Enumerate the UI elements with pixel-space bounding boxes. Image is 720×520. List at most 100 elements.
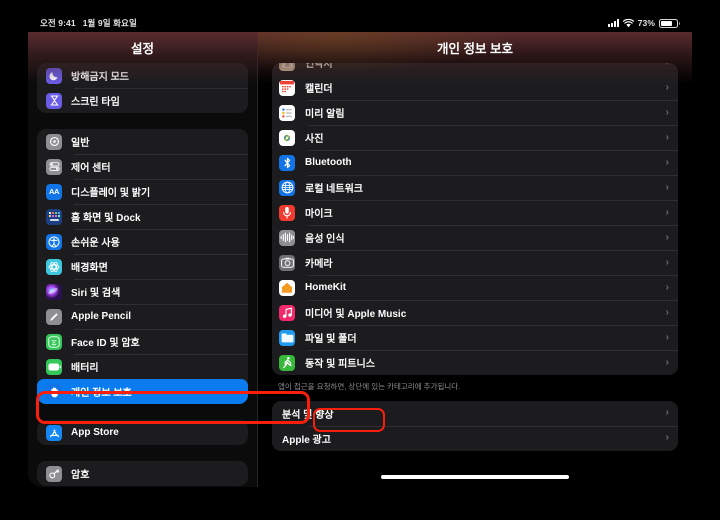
moon-icon <box>46 67 62 84</box>
list-item[interactable]: 연락처 › <box>272 63 678 75</box>
wifi-icon <box>622 18 634 28</box>
sidebar-item-label: 디스플레이 및 밝기 <box>71 188 151 199</box>
list-item-label: Bluetooth <box>305 157 352 168</box>
status-bar-right: 73% <box>607 18 680 28</box>
face-id-icon <box>46 333 62 350</box>
privacy-detail-pane: 개인 정보 보호 연락처›캘린더›미리 알림›사진›Bluetooth›로컬 네… <box>258 32 692 487</box>
chevron-right-icon: › <box>665 306 669 318</box>
chevron-right-icon: › <box>665 156 669 168</box>
list-item-label: 미리 알림 <box>305 109 345 120</box>
privacy-bottom-list: 분석 및 향상 › Apple 광고 › <box>272 400 678 451</box>
calendar-icon <box>279 79 295 96</box>
sidebar-group: 암호 <box>37 461 248 486</box>
chevron-right-icon: › <box>665 131 669 143</box>
sidebar-item-label: 스크린 타임 <box>71 97 120 108</box>
chevron-right-icon: › <box>665 256 669 268</box>
list-item[interactable]: 분석 및 향상 › <box>272 401 678 426</box>
sidebar-item-App-Store[interactable]: App Store <box>37 420 248 445</box>
fitness-icon <box>279 354 295 371</box>
text-size-icon: AA <box>46 183 62 200</box>
sidebar-item-암호[interactable]: 암호 <box>37 461 248 486</box>
sidebar-item-개인-정보-보호[interactable]: 개인 정보 보호 <box>37 379 248 404</box>
content-scroll-area[interactable]: 연락처›캘린더›미리 알림›사진›Bluetooth›로컬 네트워크›마이크›음… <box>258 63 692 487</box>
list-item[interactable]: Bluetooth › <box>272 150 678 175</box>
list-item-label: 사진 <box>305 134 324 145</box>
chevron-right-icon: › <box>665 281 669 293</box>
list-item[interactable]: 마이크 › <box>272 200 678 225</box>
battery-percent-label: 73% <box>637 18 655 28</box>
sidebar-scroll-area[interactable]: 방해금지 모드스크린 타임일반제어 센터 AA 디스플레이 및 밝기홈 화면 및 D… <box>28 63 257 487</box>
sidebar-item-손쉬운-사용[interactable]: 손쉬운 사용 <box>37 229 248 254</box>
music-icon <box>279 304 295 321</box>
list-item[interactable]: 미디어 및 Apple Music › <box>272 300 678 325</box>
sidebar-item-label: App Store <box>71 427 119 438</box>
list-item[interactable]: 로컬 네트워크 › <box>272 175 678 200</box>
list-item[interactable]: 미리 알림 › <box>272 100 678 125</box>
list-item-label: 카메라 <box>305 259 333 270</box>
sidebar-item-label: 배경화면 <box>71 263 108 274</box>
sidebar-item-방해금지-모드[interactable]: 방해금지 모드 <box>37 63 248 88</box>
homekit-icon <box>279 279 295 296</box>
list-item-label: Apple 광고 <box>282 434 331 446</box>
sidebar-item-배터리[interactable]: 배터리 <box>37 354 248 379</box>
clipped-list-row-contacts[interactable]: 연락처 › <box>272 63 678 75</box>
siri-icon <box>46 283 62 300</box>
page-title: 개인 정보 보호 <box>437 42 513 56</box>
bluetooth-icon <box>279 154 295 171</box>
privacy-permission-list: 캘린더 › 미리 알림 › 사진 › Bluetooth › 로컬 네트워크 › 마이크 › 음성 인식… <box>272 75 678 375</box>
sidebar-item-label: 제어 센터 <box>71 163 111 174</box>
list-item-label: 동작 및 피트니스 <box>305 359 375 370</box>
list-item[interactable]: 음성 인식 › <box>272 225 678 250</box>
list-item[interactable]: 사진 › <box>272 125 678 150</box>
list-item[interactable]: HomeKit › <box>272 275 678 300</box>
wallpaper-icon <box>46 258 62 275</box>
sidebar-item-label: 개인 정보 보호 <box>71 388 132 399</box>
photos-icon <box>279 129 295 146</box>
list-item[interactable]: 카메라 › <box>272 250 678 275</box>
status-time: 오전 9:41 <box>40 18 76 28</box>
sidebar-item-Face-ID-및-암호[interactable]: Face ID 및 암호 <box>37 329 248 354</box>
chevron-right-icon: › <box>666 63 669 68</box>
hand-raised-icon <box>46 383 62 400</box>
list-item[interactable]: Apple 광고 › <box>272 425 678 451</box>
camera-icon <box>279 254 295 271</box>
list-item-label: 음성 인식 <box>305 234 345 245</box>
status-bar: 오전 9:41 1월 9일 화요일 73% <box>28 14 692 32</box>
sidebar-item-label: 방해금지 모드 <box>71 72 129 83</box>
sidebar-item-label: 일반 <box>71 138 90 149</box>
sidebar-item-Siri-및-검색[interactable]: Siri 및 검색 <box>37 279 248 304</box>
globe-icon <box>279 179 295 196</box>
sidebar-item-Apple-Pencil[interactable]: Apple Pencil <box>37 304 248 329</box>
sidebar-item-스크린-타임[interactable]: 스크린 타임 <box>37 88 248 113</box>
cellular-signal-icon <box>607 19 619 27</box>
sidebar-item-label: 손쉬운 사용 <box>71 238 120 249</box>
waveform-icon <box>279 229 295 246</box>
status-bar-left: 오전 9:41 1월 9일 화요일 <box>40 17 137 29</box>
status-date: 1월 9일 화요일 <box>82 18 137 28</box>
settings-sidebar: 설정 방해금지 모드스크린 타임일반제어 센터 AA 디스플레이 및 밝기홈 화면 … <box>28 32 258 487</box>
list-item[interactable]: 동작 및 피트니스 › <box>272 350 678 375</box>
sidebar-item-디스플레이-및-밝기[interactable]: AA 디스플레이 및 밝기 <box>37 179 248 204</box>
sidebar-item-label: Face ID 및 암호 <box>71 338 140 349</box>
sidebar-item-홈-화면-및-Dock[interactable]: 홈 화면 및 Dock <box>37 204 248 229</box>
sidebar-item-label: 배터리 <box>71 363 99 374</box>
list-item[interactable]: 캘린더 › <box>272 75 678 100</box>
gear-icon <box>46 133 62 150</box>
sidebar-item-제어-센터[interactable]: 제어 센터 <box>37 154 248 179</box>
microphone-icon <box>279 204 295 221</box>
battery-icon <box>46 358 62 375</box>
sidebar-item-배경화면[interactable]: 배경화면 <box>37 254 248 279</box>
chevron-right-icon: › <box>665 181 669 193</box>
sidebar-item-일반[interactable]: 일반 <box>37 129 248 154</box>
list-item-label: 로컬 네트워크 <box>305 184 363 195</box>
key-icon <box>46 465 62 482</box>
chevron-right-icon: › <box>665 231 669 243</box>
sliders-icon <box>46 158 62 175</box>
ipad-screen: 오전 9:41 1월 9일 화요일 73% 설정 방해금지 모드스크린 타임일반… <box>28 14 692 487</box>
home-indicator <box>381 475 569 479</box>
app-store-icon <box>46 424 62 441</box>
list-item[interactable]: 파일 및 폴더 › <box>272 325 678 350</box>
sidebar-item-label: 홈 화면 및 Dock <box>71 213 141 224</box>
list-item-label: 파일 및 폴더 <box>305 334 357 345</box>
sidebar-title: 설정 <box>130 42 154 56</box>
